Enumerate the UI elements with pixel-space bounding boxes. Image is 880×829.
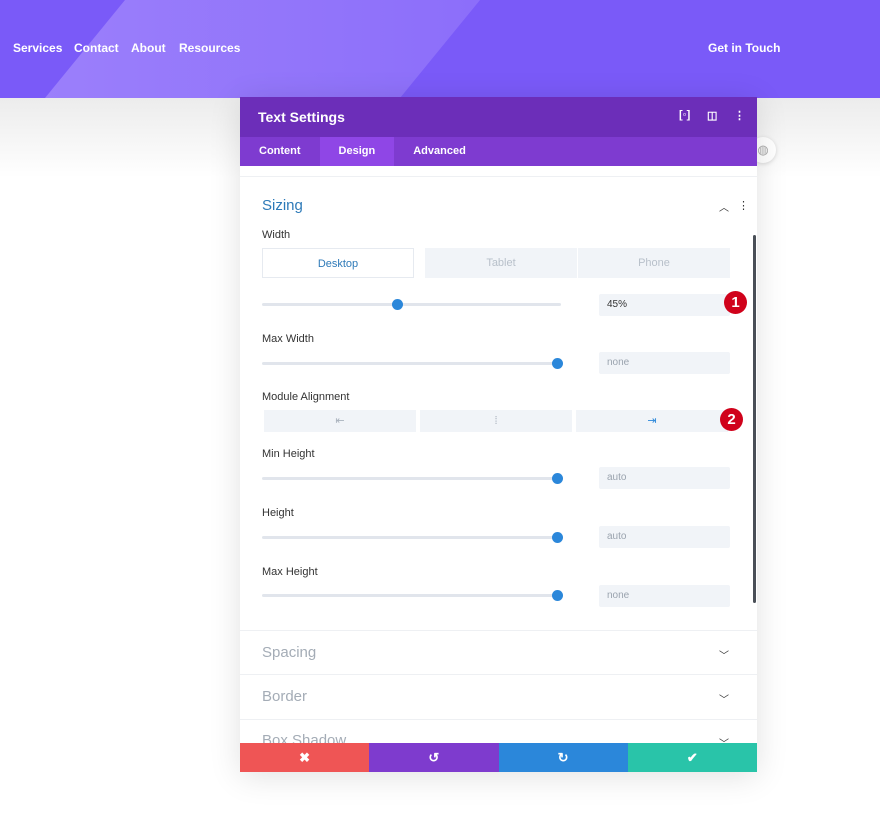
width-label: Width (262, 229, 291, 241)
device-tab-desktop[interactable]: Desktop (262, 248, 414, 278)
max-height-slider[interactable] (262, 590, 563, 601)
site-header: Services Contact About Resources Get in … (0, 0, 880, 98)
min-height-input[interactable]: auto (599, 467, 730, 489)
nav-services[interactable]: Services (13, 41, 62, 55)
section-border[interactable]: Border (262, 688, 307, 705)
align-center-button[interactable]: ⁞ (420, 410, 572, 432)
max-height-label: Max Height (262, 566, 318, 578)
slider-handle[interactable] (551, 473, 563, 484)
close-icon: ✖ (299, 750, 311, 765)
divider (240, 176, 757, 177)
align-left-icon: ⇤ (335, 415, 345, 427)
slider-handle[interactable] (551, 532, 563, 543)
slider-handle[interactable] (391, 299, 403, 310)
nav-get-in-touch[interactable]: Get in Touch (708, 41, 780, 55)
nav-resources[interactable]: Resources (179, 41, 240, 55)
chevron-down-icon[interactable]: ﹀ (719, 691, 729, 706)
check-icon: ✔ (686, 750, 698, 765)
scrollbar[interactable] (753, 235, 756, 603)
min-height-label: Min Height (262, 448, 315, 460)
min-height-slider[interactable] (262, 473, 563, 484)
panel-title: Text Settings (258, 109, 345, 125)
tab-advanced[interactable]: Advanced (394, 137, 485, 166)
chevron-up-icon[interactable]: ︿ (719, 199, 729, 214)
chevron-down-icon[interactable]: ﹀ (719, 735, 729, 743)
undo-icon: ↺ (428, 750, 440, 765)
panel-footer: ✖ ↺ ↻ ✔ (240, 743, 757, 772)
align-left-button[interactable]: ⇤ (264, 410, 416, 432)
align-center-icon: ⁞ (494, 415, 498, 427)
nav-contact[interactable]: Contact (74, 41, 119, 55)
cancel-button[interactable]: ✖ (240, 743, 370, 772)
align-right-icon: ⇥ (647, 415, 657, 427)
slider-handle[interactable] (551, 358, 563, 369)
width-input[interactable]: 45% (599, 294, 730, 316)
divider (240, 719, 757, 720)
max-width-label: Max Width (262, 333, 314, 345)
section-box-shadow[interactable]: Box Shadow (262, 732, 346, 743)
height-input[interactable]: auto (599, 526, 730, 548)
panel-body: Sizing ︿ ⋮ Width Desktop Tablet Phone 45… (240, 166, 757, 743)
divider (240, 674, 757, 675)
panel-header: Text Settings [◦] ◫ ⋮ (240, 97, 757, 137)
align-right-button[interactable]: ⇥ (576, 410, 728, 432)
divider (240, 630, 757, 631)
device-tab-phone[interactable]: Phone (578, 248, 730, 278)
height-label: Height (262, 507, 294, 519)
chevron-down-icon[interactable]: ﹀ (719, 647, 729, 662)
undo-button[interactable]: ↺ (369, 743, 499, 772)
max-width-input[interactable]: none (599, 352, 730, 374)
fullscreen-icon[interactable]: [◦] (679, 109, 690, 121)
redo-icon: ↻ (557, 750, 569, 765)
max-width-slider[interactable] (262, 358, 563, 369)
section-more-icon[interactable]: ⋮ (738, 199, 749, 212)
settings-panel: Text Settings [◦] ◫ ⋮ Content Design Adv… (240, 97, 757, 772)
section-sizing-title[interactable]: Sizing (262, 197, 303, 214)
split-view-icon[interactable]: ◫ (707, 109, 717, 122)
module-alignment-label: Module Alignment (262, 391, 350, 403)
max-height-input[interactable]: none (599, 585, 730, 607)
step-badge-1: 1 (724, 291, 747, 314)
more-options-icon[interactable]: ⋮ (734, 109, 745, 122)
step-badge-2: 2 (720, 408, 743, 431)
tab-design[interactable]: Design (319, 137, 395, 166)
device-tab-tablet[interactable]: Tablet (425, 248, 577, 278)
panel-tabs: Content Design Advanced (240, 137, 757, 166)
tab-content[interactable]: Content (240, 137, 320, 166)
nav-about[interactable]: About (131, 41, 166, 55)
slider-handle[interactable] (551, 590, 563, 601)
width-slider[interactable] (262, 299, 561, 310)
section-spacing[interactable]: Spacing (262, 644, 316, 661)
redo-button[interactable]: ↻ (498, 743, 628, 772)
height-slider[interactable] (262, 532, 563, 543)
save-button[interactable]: ✔ (627, 743, 757, 772)
